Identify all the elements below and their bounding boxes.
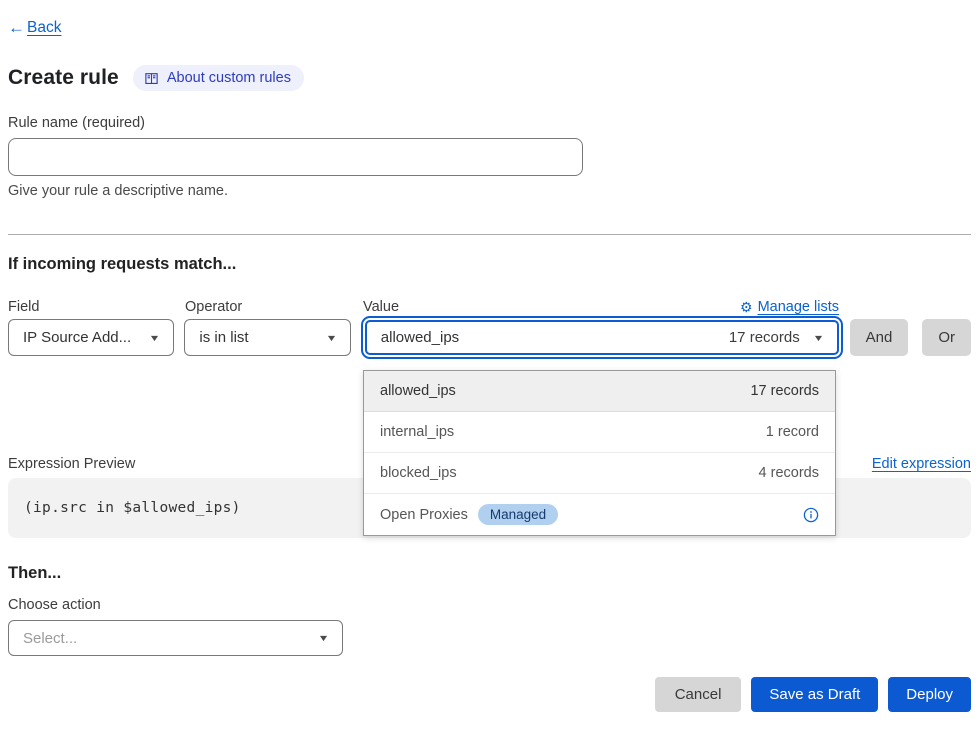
action-select-placeholder: Select... <box>23 630 77 647</box>
field-label: Field <box>8 299 185 315</box>
dropdown-item-internal-ips[interactable]: internal_ips 1 record <box>364 412 835 453</box>
back-row: ←Back <box>8 0 971 38</box>
chevron-down-icon: ▼ <box>149 333 161 343</box>
value-select[interactable]: allowed_ips 17 records ▼ <box>365 320 839 355</box>
and-button[interactable]: And <box>850 319 909 356</box>
manage-lists-wrap: ⚙ Manage lists <box>740 299 839 315</box>
cancel-button[interactable]: Cancel <box>655 677 742 712</box>
match-section: If incoming requests match... Field Oper… <box>8 255 971 359</box>
about-custom-rules-link[interactable]: About custom rules <box>133 65 304 91</box>
field-select[interactable]: IP Source Add... ▼ <box>8 319 174 356</box>
or-button[interactable]: Or <box>922 319 971 356</box>
dropdown-item-open-proxies[interactable]: Open Proxies Managed <box>364 494 835 535</box>
then-section-heading: Then... <box>8 564 971 583</box>
chevron-down-icon: ▼ <box>318 633 330 643</box>
manage-lists-link[interactable]: Manage lists <box>758 299 839 315</box>
dropdown-item-allowed-ips[interactable]: allowed_ips 17 records <box>364 371 835 412</box>
expression-code: (ip.src in $allowed_ips) <box>24 500 241 516</box>
list-name: allowed_ips <box>380 383 456 399</box>
footer-actions: Cancel Save as Draft Deploy <box>8 677 971 712</box>
chevron-down-icon: ▼ <box>325 333 337 343</box>
operator-label: Operator <box>185 299 363 315</box>
operator-select[interactable]: is in list ▼ <box>184 319 350 356</box>
rule-name-label: Rule name (required) <box>8 115 971 131</box>
rule-name-block: Rule name (required) Give your rule a de… <box>8 115 971 199</box>
match-section-heading: If incoming requests match... <box>8 255 971 274</box>
gear-icon: ⚙ <box>740 300 753 314</box>
save-as-draft-button[interactable]: Save as Draft <box>751 677 878 712</box>
rule-name-input[interactable] <box>8 138 583 176</box>
managed-badge: Managed <box>478 504 558 525</box>
about-custom-rules-label: About custom rules <box>167 70 291 86</box>
section-divider <box>8 234 971 235</box>
page-title: Create rule <box>8 66 119 90</box>
action-select[interactable]: Select... ▼ <box>8 620 343 656</box>
list-record-count: 4 records <box>759 465 819 481</box>
back-link-label: Back <box>27 19 61 37</box>
list-name: blocked_ips <box>380 465 457 481</box>
rule-name-helper-text: Give your rule a descriptive name. <box>8 183 971 199</box>
create-rule-page: ←Back Create rule About custom rules Rul… <box>0 0 979 739</box>
chevron-down-icon: ▼ <box>812 333 824 343</box>
choose-action-label: Choose action <box>8 597 971 613</box>
field-select-value: IP Source Add... <box>23 329 131 346</box>
list-record-count: 17 records <box>750 383 819 399</box>
list-name: Open Proxies <box>380 507 468 523</box>
value-dropdown-menu: allowed_ips 17 records internal_ips 1 re… <box>363 370 836 536</box>
then-section: Then... Choose action Select... ▼ <box>8 564 971 656</box>
operator-select-value: is in list <box>199 329 248 346</box>
list-record-count: 1 record <box>766 424 819 440</box>
match-labels-row: Field Operator Value ⚙ Manage lists <box>8 299 971 315</box>
value-select-focus-ring: allowed_ips 17 records ▼ <box>361 316 843 359</box>
deploy-button[interactable]: Deploy <box>888 677 971 712</box>
back-arrow-icon: ← <box>8 18 25 38</box>
heading-row: Create rule About custom rules <box>8 65 971 91</box>
value-label: Value <box>363 299 399 315</box>
info-icon[interactable] <box>803 507 819 523</box>
list-name: internal_ips <box>380 424 454 440</box>
edit-expression-link[interactable]: Edit expression <box>872 456 971 472</box>
match-controls-row: IP Source Add... ▼ is in list ▼ allowed_… <box>8 319 971 359</box>
value-select-value: allowed_ips <box>381 329 459 346</box>
expression-preview-label: Expression Preview <box>8 456 135 472</box>
value-select-record-count: 17 records <box>729 329 800 346</box>
back-link[interactable]: ←Back <box>8 18 61 38</box>
book-icon <box>144 71 159 86</box>
dropdown-item-blocked-ips[interactable]: blocked_ips 4 records <box>364 453 835 494</box>
